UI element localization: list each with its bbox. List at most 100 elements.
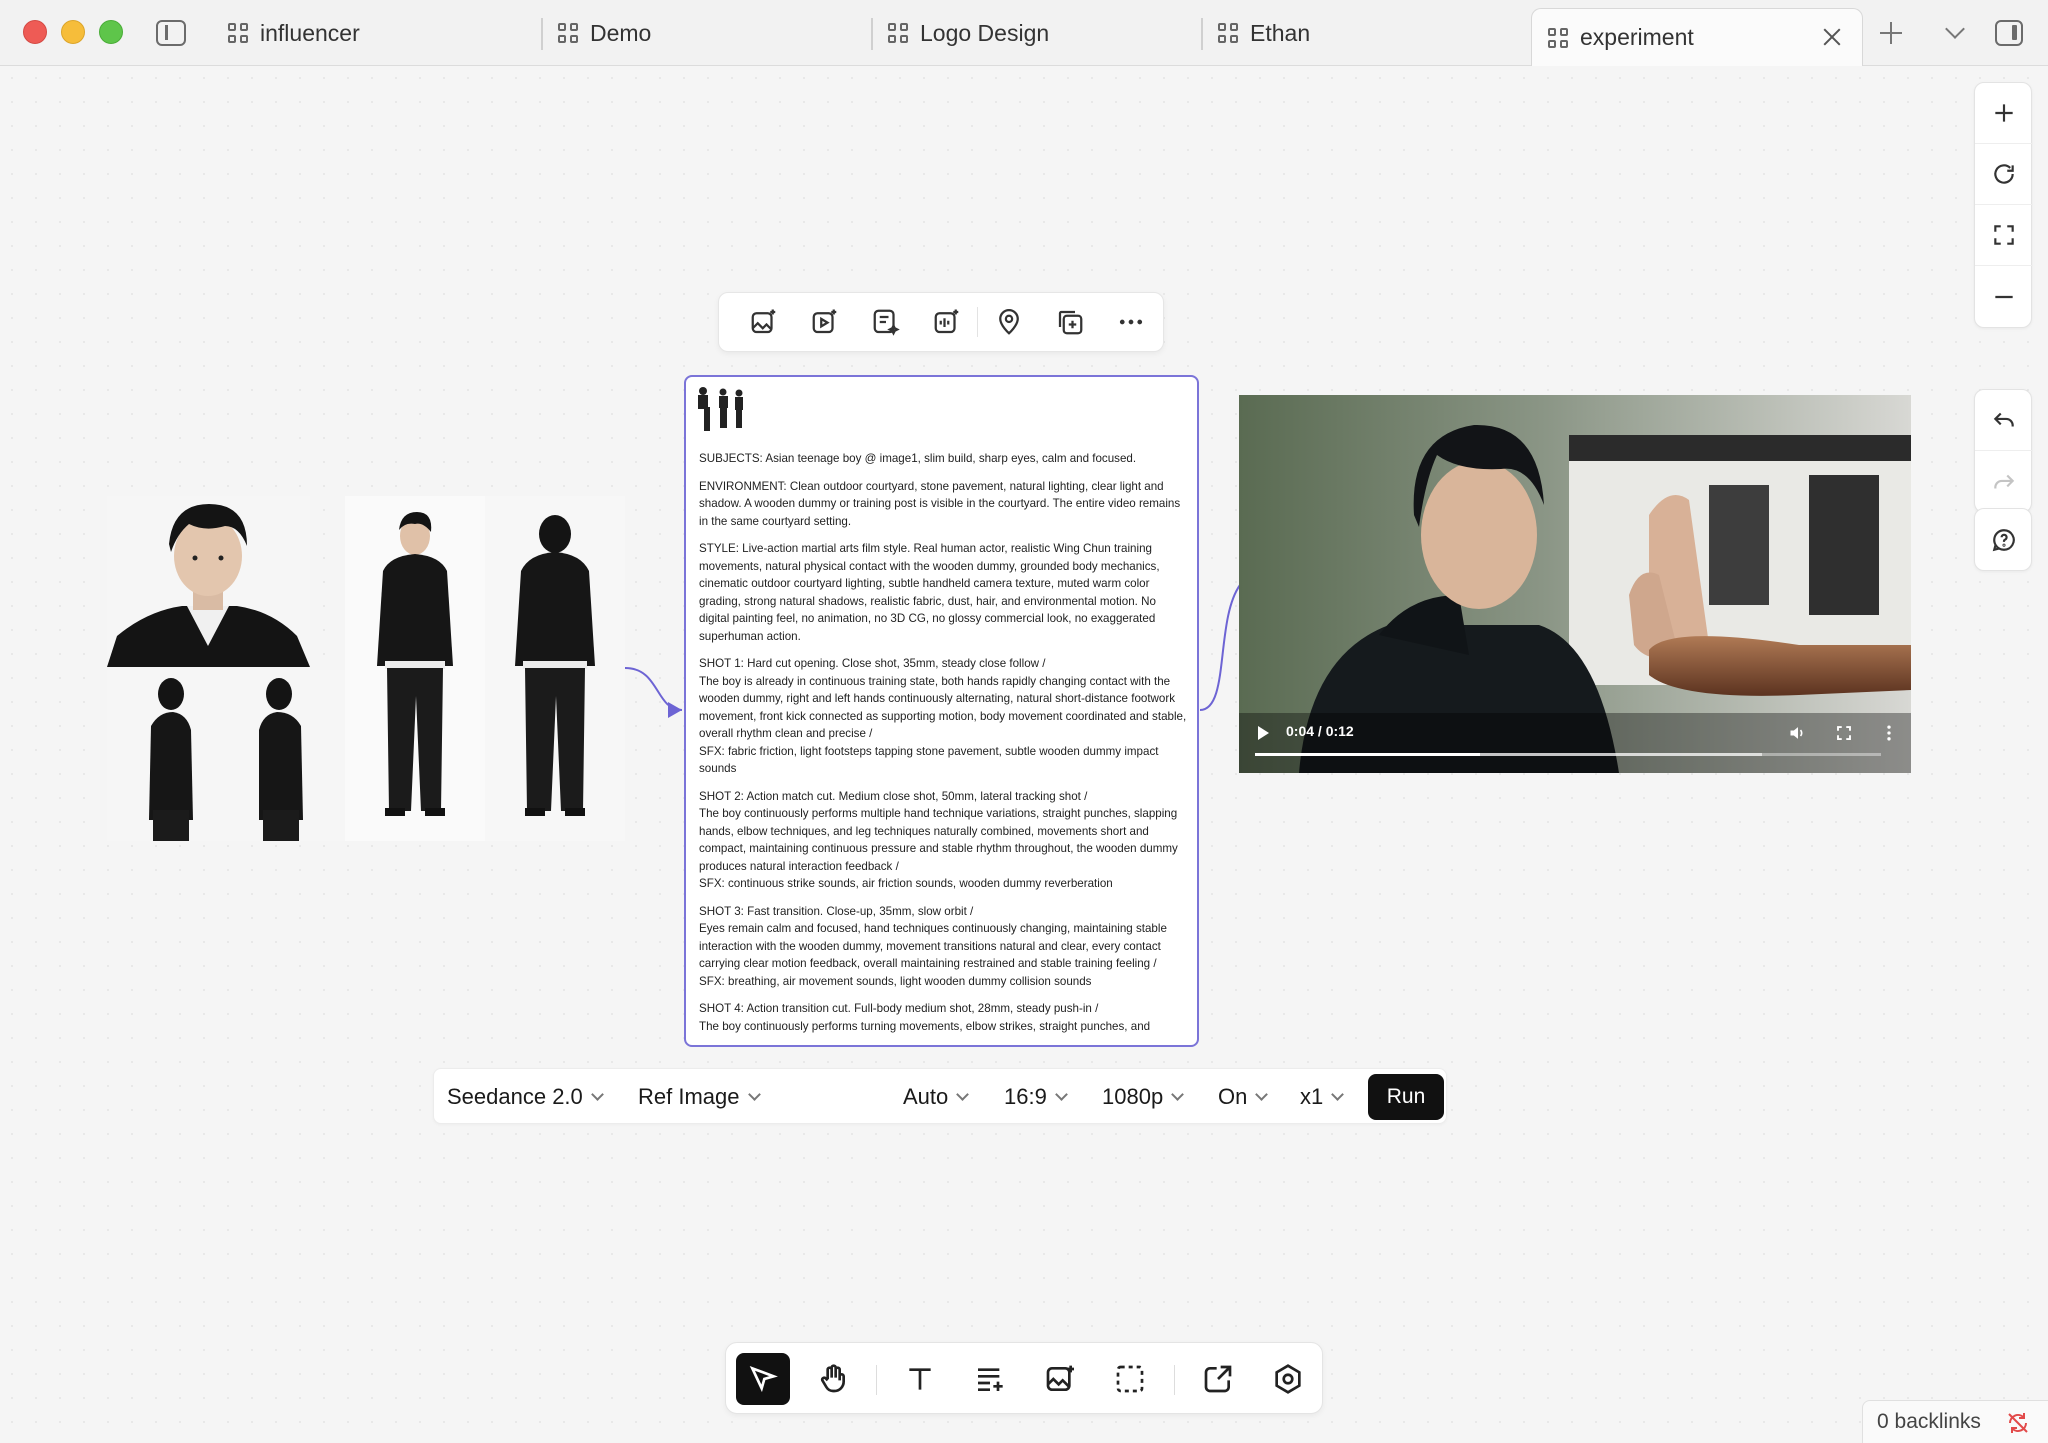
duplicate-button[interactable] [1039, 292, 1100, 352]
model-select[interactable]: Seedance 2.0 [447, 1069, 604, 1125]
dock-divider [876, 1365, 877, 1395]
full-body-back-image [485, 496, 625, 841]
image-tool-button[interactable] [1033, 1353, 1087, 1405]
fit-screen-button[interactable] [1975, 205, 2033, 266]
export-icon [1204, 1365, 1232, 1393]
tool-dock [725, 1342, 1323, 1414]
more-options-button[interactable] [1100, 292, 1161, 352]
list-add-icon [978, 1368, 1003, 1391]
frame-tool-button[interactable] [1103, 1353, 1157, 1405]
video-progress-bar[interactable] [1255, 753, 1881, 756]
tab-label: Ethan [1250, 19, 1311, 46]
tab-experiment[interactable]: experiment [1531, 8, 1863, 66]
tab-logo-design[interactable]: Logo Design [888, 0, 1049, 66]
chevron-down-icon [956, 1088, 970, 1101]
aspect-ratio-select[interactable]: 16:9 [1004, 1069, 1068, 1125]
settings-tool-button[interactable] [1261, 1353, 1315, 1405]
select-tool-button[interactable] [736, 1353, 790, 1405]
list-tool-button[interactable] [963, 1353, 1017, 1405]
chevron-down-icon [1331, 1088, 1345, 1101]
reference-image-node[interactable] [107, 496, 625, 841]
generation-settings-bar: Seedance 2.0 Ref Image Auto 16:9 1080p O… [433, 1068, 1447, 1124]
duration-select-value: Auto [903, 1084, 949, 1109]
location-pin-icon [998, 309, 1019, 335]
new-tab-icon[interactable] [1880, 22, 1902, 44]
text-tool-icon [909, 1368, 931, 1390]
audio-select[interactable]: On [1218, 1069, 1269, 1125]
close-tab-icon[interactable] [1820, 25, 1844, 49]
backlinks-label: 0 backlinks [1877, 1410, 1981, 1433]
tab-ethan[interactable]: Ethan [1218, 0, 1310, 66]
zoom-in-icon [1995, 104, 2013, 122]
chevron-down-icon[interactable] [1945, 19, 1965, 39]
undo-icon [1993, 412, 2014, 427]
refresh-button[interactable] [1975, 144, 2033, 205]
zoom-out-button[interactable] [1975, 266, 2033, 327]
tab-label: Logo Design [920, 19, 1050, 46]
export-tool-button[interactable] [1191, 1353, 1245, 1405]
count-select[interactable]: x1 [1300, 1069, 1345, 1125]
dock-divider [1174, 1365, 1175, 1395]
board-grid-icon [558, 23, 578, 43]
backlinks-indicator[interactable]: 0 backlinks [1862, 1400, 2048, 1443]
help-button[interactable] [1975, 509, 2033, 570]
hand-tool-button[interactable] [806, 1353, 860, 1405]
window-minimize-button[interactable] [61, 20, 85, 44]
undo-button[interactable] [1975, 390, 2033, 451]
play-icon[interactable] [1256, 725, 1270, 741]
resolution-select[interactable]: 1080p [1102, 1069, 1185, 1125]
sidebar-toggle-icon[interactable] [156, 20, 186, 46]
text-tool-button[interactable] [893, 1353, 947, 1405]
resolution-value: 1080p [1102, 1084, 1164, 1109]
generate-audio-button[interactable] [916, 292, 977, 352]
node-toolbar [718, 292, 1164, 352]
tab-influencer[interactable]: influencer [228, 0, 360, 66]
portrait-closeup-image [107, 496, 310, 667]
more-icon [1119, 319, 1142, 325]
window-close-button[interactable] [23, 20, 47, 44]
chevron-down-icon [1054, 1088, 1068, 1101]
duplicate-icon [1058, 310, 1082, 335]
generate-video-button[interactable] [794, 292, 855, 352]
mode-select[interactable]: Ref Image [638, 1069, 761, 1125]
locate-button[interactable] [978, 292, 1039, 352]
redo-button[interactable] [1975, 451, 2033, 512]
prompt-paragraph: SHOT 1: Hard cut opening. Close shot, 35… [699, 657, 1187, 775]
audio-generate-icon [934, 309, 958, 334]
right-panel-toggle-icon[interactable] [1995, 20, 2023, 46]
arrowhead-icon [668, 702, 682, 718]
redo-icon [1994, 474, 2015, 488]
more-vertical-icon[interactable] [1879, 723, 1899, 743]
title-bar: influencer Demo Logo Design Ethan experi… [0, 0, 2048, 66]
zoom-out-icon [1995, 295, 2013, 298]
generate-text-button[interactable] [855, 292, 916, 352]
zoom-in-button[interactable] [1975, 83, 2033, 144]
image-generate-icon [751, 309, 775, 334]
run-button[interactable]: Run [1368, 1074, 1444, 1120]
board-grid-icon [228, 23, 248, 43]
video-output-node[interactable]: 0:04 / 0:12 [1239, 395, 1911, 773]
help-control [1974, 508, 2032, 571]
generate-image-button[interactable] [733, 292, 794, 352]
frame-select-icon [1116, 1365, 1144, 1393]
tab-divider [1201, 18, 1203, 50]
sync-error-icon [2008, 1413, 2028, 1433]
video-generate-icon [812, 309, 836, 334]
prompt-text[interactable]: SUBJECTS: Asian teenage boy @ image1, sl… [699, 450, 1187, 1045]
prompt-paragraph: SHOT 4: Action transition cut. Full-body… [699, 1002, 1151, 1033]
audio-value: On [1218, 1084, 1248, 1109]
help-icon [1992, 528, 2015, 551]
duration-select[interactable]: Auto [903, 1069, 970, 1125]
fullscreen-icon[interactable] [1835, 724, 1853, 742]
prompt-paragraph: SHOT 2: Action match cut. Medium close s… [699, 789, 1178, 891]
reference-thumbnail [694, 385, 746, 433]
tab-divider [541, 18, 543, 50]
prompt-text-node[interactable]: SUBJECTS: Asian teenage boy @ image1, sl… [684, 375, 1199, 1047]
prompt-paragraph: ENVIRONMENT: Clean outdoor courtyard, st… [699, 479, 1181, 528]
window-zoom-button[interactable] [99, 20, 123, 44]
chevron-down-icon [747, 1088, 761, 1101]
connector-line-in [624, 667, 683, 711]
model-select-value: Seedance 2.0 [447, 1084, 583, 1109]
volume-icon[interactable] [1788, 723, 1808, 743]
tab-demo[interactable]: Demo [558, 0, 651, 66]
